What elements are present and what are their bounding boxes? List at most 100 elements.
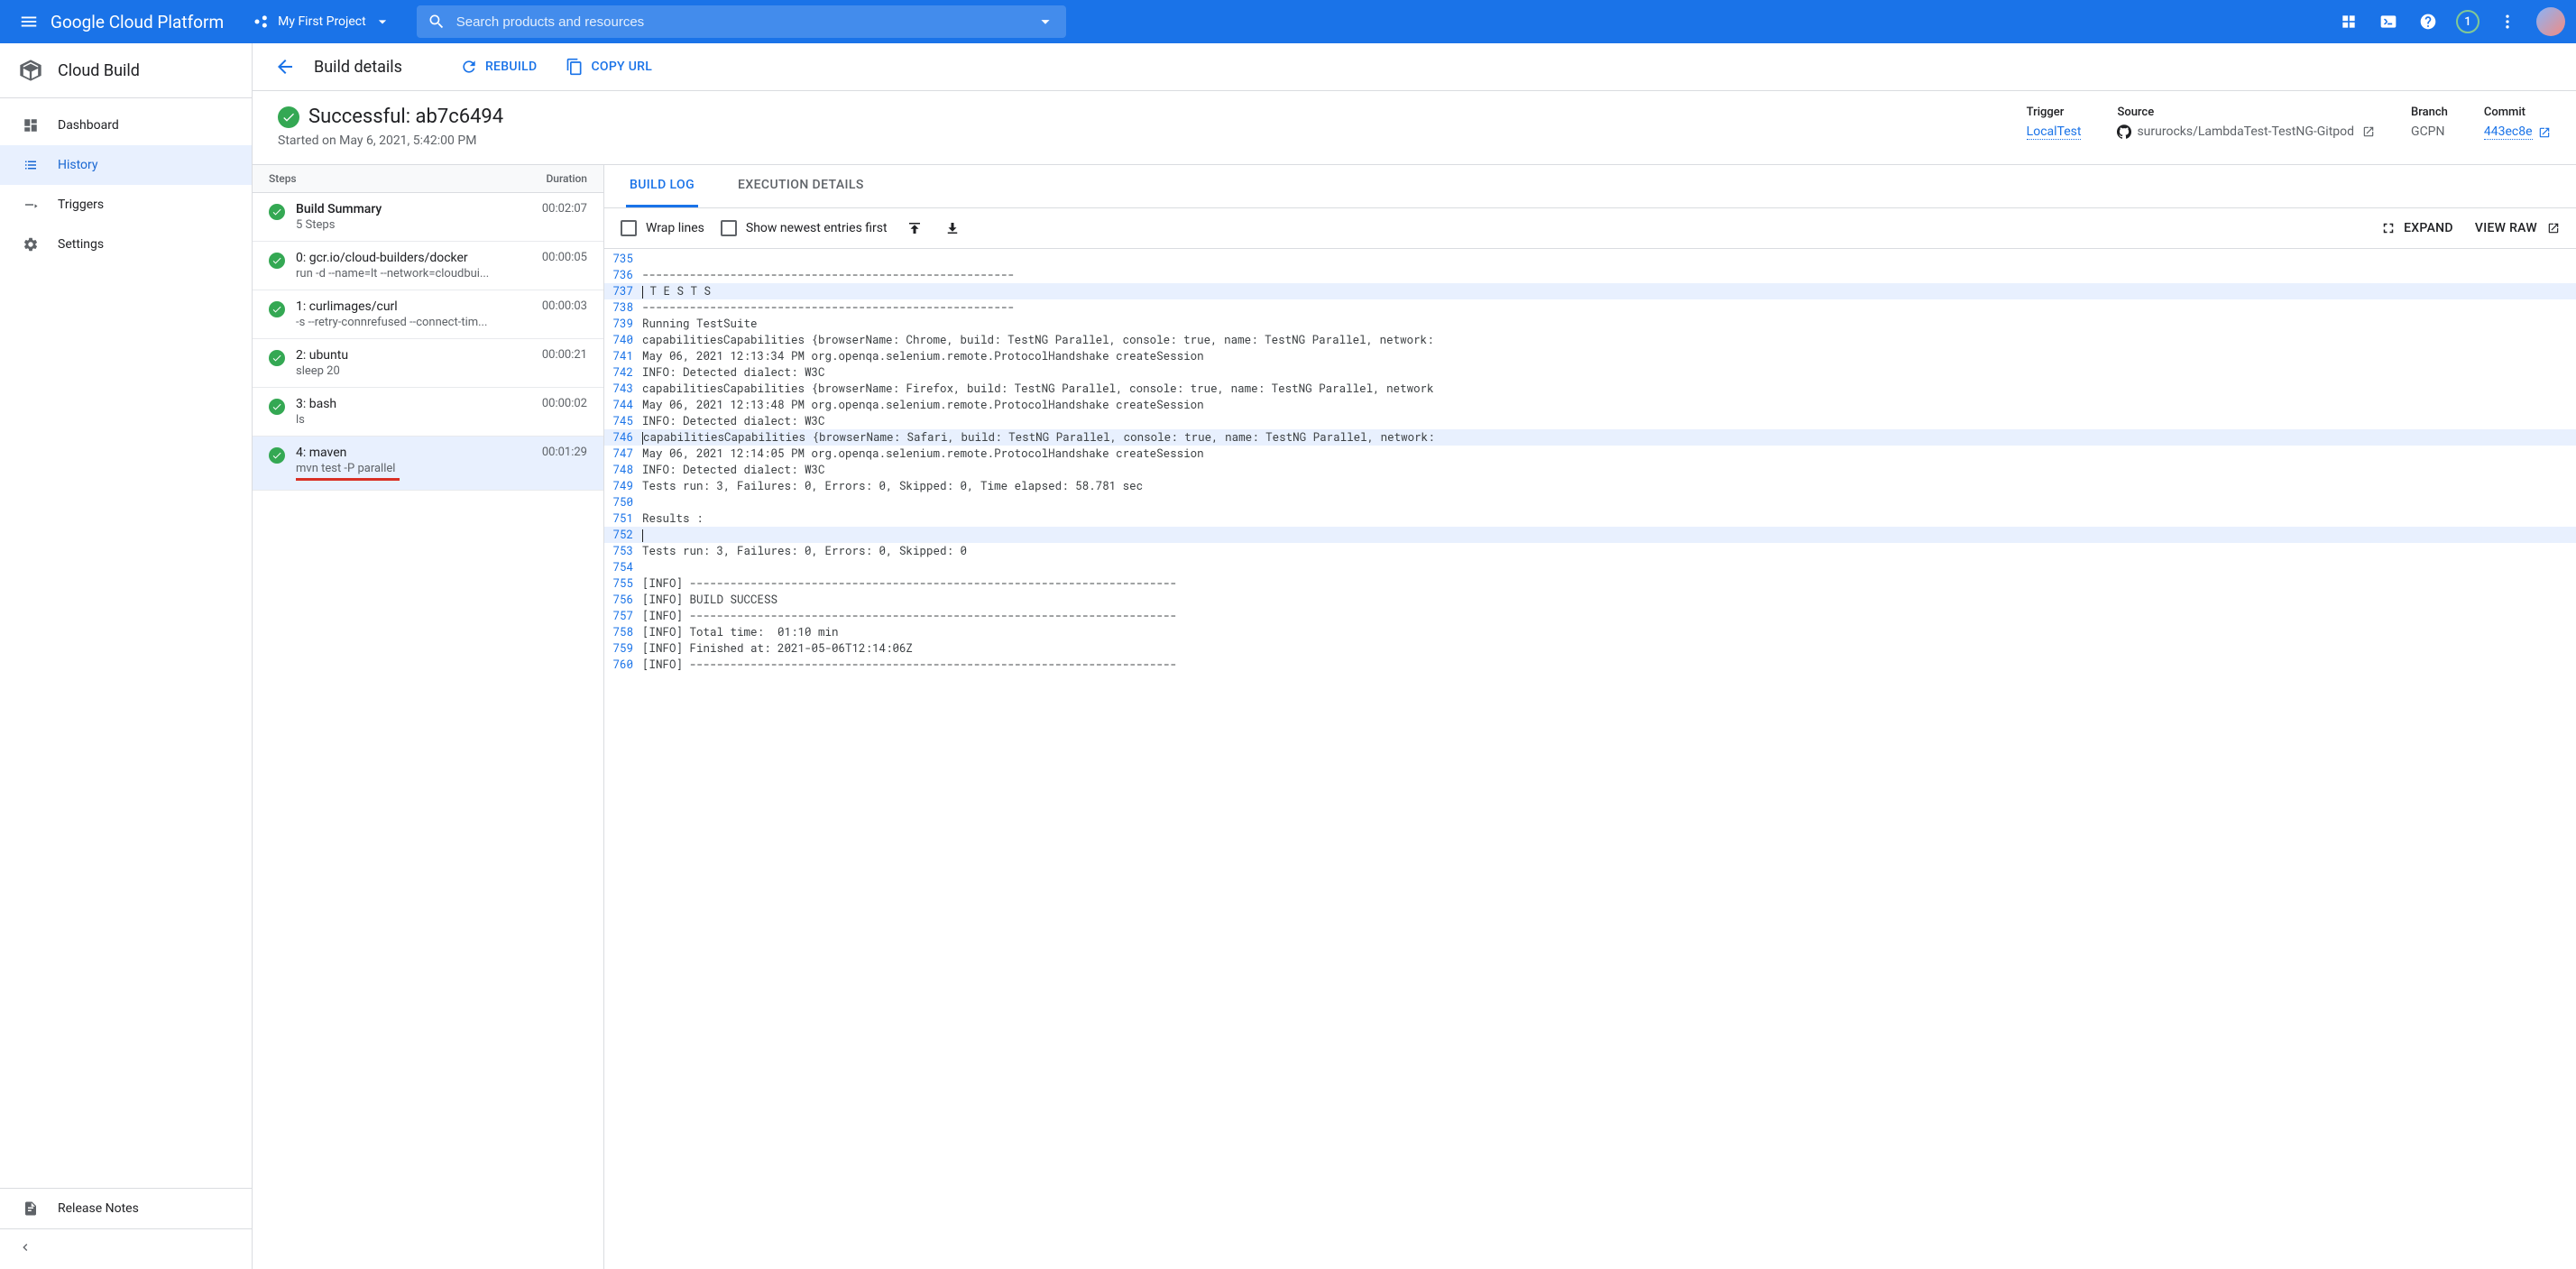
sidebar-item-release-notes[interactable]: Release Notes: [0, 1189, 252, 1228]
log-line: 742INFO: Detected dialect: W3C: [604, 364, 2576, 381]
step-name: 1: curlimages/curl: [296, 299, 531, 314]
log-line: 750: [604, 494, 2576, 510]
sidebar-footer: Release Notes: [0, 1188, 252, 1228]
hamburger-menu-button[interactable]: [11, 4, 47, 40]
chevron-down-icon[interactable]: [1035, 12, 1055, 32]
step-row[interactable]: 4: mavenmvn test -P parallel00:01:29: [253, 437, 603, 491]
more-button[interactable]: [2489, 4, 2525, 40]
tab-build-log[interactable]: BUILD LOG: [626, 165, 698, 207]
commit-link[interactable]: 443ec8e: [2484, 124, 2533, 140]
doc-icon: [22, 1200, 40, 1218]
line-number: 756: [604, 592, 642, 608]
line-number: 753: [604, 543, 642, 559]
log-line: 760[INFO] ------------------------------…: [604, 657, 2576, 673]
log-line: 744May 06, 2021 12:13:48 PM org.openqa.s…: [604, 397, 2576, 413]
search-input[interactable]: [456, 14, 1025, 30]
steps-header-label: Steps: [269, 172, 297, 185]
scroll-top-button[interactable]: [904, 217, 925, 239]
tab-execution-details[interactable]: EXECUTION DETAILS: [734, 165, 868, 207]
free-trial-button[interactable]: [2331, 4, 2367, 40]
page-header: Build details REBUILD COPY URL: [253, 43, 2576, 91]
line-number: 736: [604, 267, 642, 283]
log-panel: BUILD LOG EXECUTION DETAILS Wrap lines S…: [604, 165, 2576, 1269]
step-name: 4: maven: [296, 446, 531, 460]
step-args: -s --retry-connrefused --connect-tim...: [296, 316, 531, 329]
sidebar-item-triggers[interactable]: Triggers: [0, 185, 252, 225]
line-number: 746: [604, 429, 642, 446]
github-icon: [2117, 124, 2131, 139]
page-title: Build details: [314, 58, 402, 77]
arrow-back-icon: [274, 56, 296, 78]
step-duration: 00:00:02: [542, 397, 587, 427]
step-row[interactable]: 1: curlimages/curl -s --retry-connrefused…: [253, 290, 603, 339]
log-text: [642, 251, 2576, 267]
step-row[interactable]: 3: bashls00:00:02: [253, 388, 603, 437]
sidebar-collapse-button[interactable]: [0, 1228, 252, 1269]
success-icon: [269, 350, 285, 366]
log-text: [INFO] Finished at: 2021-05-06T12:14:06Z: [642, 640, 2576, 657]
log-text: Results :: [642, 510, 2576, 527]
cloud-shell-button[interactable]: [2370, 4, 2406, 40]
rebuild-button[interactable]: REBUILD: [453, 52, 545, 81]
sidebar-item-settings[interactable]: Settings: [0, 225, 252, 264]
build-started: Started on May 6, 2021, 5:42:00 PM: [278, 133, 2027, 148]
trigger-link[interactable]: LocalTest: [2027, 124, 2082, 140]
nav-label: History: [58, 158, 98, 172]
line-number: 748: [604, 462, 642, 478]
cloud-build-icon: [18, 58, 43, 83]
back-button[interactable]: [271, 52, 299, 81]
log-text: INFO: Detected dialect: W3C: [642, 413, 2576, 429]
chevron-left-icon: [18, 1240, 32, 1255]
expand-button[interactable]: EXPAND: [2380, 220, 2453, 236]
log-line: 756[INFO] BUILD SUCCESS: [604, 592, 2576, 608]
log-line: 752: [604, 527, 2576, 543]
step-duration: 00:02:07: [542, 202, 587, 232]
view-raw-button[interactable]: VIEW RAW: [2475, 221, 2560, 235]
step-row[interactable]: Build Summary5 Steps00:02:07: [253, 193, 603, 242]
source-link[interactable]: sururocks/LambdaTest-TestNG-Gitpod: [2137, 124, 2354, 139]
log-text: [INFO] ---------------------------------…: [642, 657, 2576, 673]
log-text: May 06, 2021 12:13:34 PM org.openqa.sele…: [642, 348, 2576, 364]
line-number: 744: [604, 397, 642, 413]
notifications-button[interactable]: 1: [2450, 4, 2486, 40]
log-text: [INFO] BUILD SUCCESS: [642, 592, 2576, 608]
log-text: May 06, 2021 12:14:05 PM org.openqa.sele…: [642, 446, 2576, 462]
sidebar-item-history[interactable]: History: [0, 145, 252, 185]
gear-icon: [22, 235, 40, 253]
step-duration: 00:00:05: [542, 251, 587, 280]
step-row[interactable]: 0: gcr.io/cloud-builders/dockerrun -d --…: [253, 242, 603, 290]
log-line: 735: [604, 251, 2576, 267]
help-button[interactable]: [2410, 4, 2446, 40]
newest-first-checkbox[interactable]: Show newest entries first: [721, 220, 888, 236]
log-line: 736-------------------------------------…: [604, 267, 2576, 283]
step-row[interactable]: 2: ubuntusleep 2000:00:21: [253, 339, 603, 388]
line-number: 752: [604, 527, 642, 543]
trigger-icon: [22, 196, 40, 214]
success-icon: [269, 204, 285, 220]
nav-list: Dashboard History TriggersSettings: [0, 98, 252, 1188]
notification-badge: 1: [2456, 10, 2479, 33]
log-line: 739Running TestSuite: [604, 316, 2576, 332]
log-text: ----------------------------------------…: [642, 299, 2576, 316]
copy-url-button[interactable]: COPY URL: [558, 52, 659, 81]
search-box[interactable]: [417, 5, 1066, 38]
copy-icon: [566, 58, 584, 76]
step-args: sleep 20: [296, 364, 531, 378]
wrap-lines-checkbox[interactable]: Wrap lines: [621, 220, 704, 236]
line-number: 735: [604, 251, 642, 267]
sidebar-header[interactable]: Cloud Build: [0, 43, 252, 98]
log-line: 755[INFO] ------------------------------…: [604, 575, 2576, 592]
log-text: capabilitiesCapabilities {browserName: F…: [642, 381, 2576, 397]
success-icon: [269, 399, 285, 415]
line-number: 751: [604, 510, 642, 527]
sidebar-item-dashboard[interactable]: Dashboard: [0, 106, 252, 145]
platform-title[interactable]: Google Cloud Platform: [51, 12, 224, 32]
avatar[interactable]: [2536, 7, 2565, 36]
branch-value: GCPN: [2411, 124, 2448, 139]
project-picker[interactable]: My First Project: [245, 9, 399, 34]
log-content[interactable]: 735736----------------------------------…: [604, 249, 2576, 1269]
checkbox-icon: [621, 220, 637, 236]
line-number: 742: [604, 364, 642, 381]
download-button[interactable]: [942, 217, 963, 239]
step-duration: 00:00:03: [542, 299, 587, 329]
